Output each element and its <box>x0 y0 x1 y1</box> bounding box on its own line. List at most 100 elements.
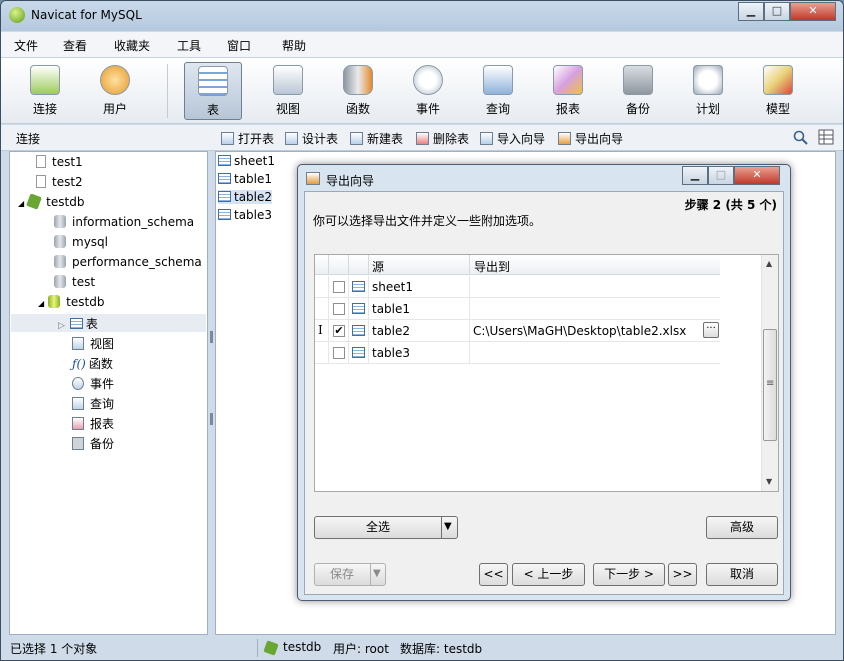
tree-db-performance-schema[interactable]: performance_schema <box>54 255 202 269</box>
previous-step-button[interactable]: < 上一步 <box>512 563 585 586</box>
toolbar-view-button[interactable]: 视图 <box>259 62 317 120</box>
menu-file[interactable]: 文件 <box>14 37 38 54</box>
menu-bar: 文件 查看 收藏夹 工具 窗口 帮助 <box>1 32 843 58</box>
tree-object-tables[interactable]: ▷ 表 <box>58 315 98 332</box>
toolbar-user-label: 用户 <box>102 102 127 116</box>
select-all-button[interactable]: 全选 ▼ <box>314 516 458 539</box>
browse-path-button[interactable]: ··· <box>703 322 719 338</box>
scroll-down-arrow-icon[interactable]: ▼ <box>766 477 772 486</box>
dialog-maximize-button[interactable]: □ <box>708 166 734 185</box>
search-icon[interactable] <box>793 130 809 146</box>
delete-table-button[interactable]: 删除表 <box>416 130 469 147</box>
grid-vertical-scrollbar[interactable]: ▲ ≡ ▼ <box>761 255 778 491</box>
tree-db-testdb[interactable]: ◢ testdb <box>38 295 104 309</box>
database-open-icon <box>48 295 61 308</box>
menu-favorites[interactable]: 收藏夹 <box>114 37 150 54</box>
menu-view[interactable]: 查看 <box>63 37 87 54</box>
grid-row-selected[interactable]: I ✔ table2 C:\Users\MaGH\Desktop\table2.… <box>315 320 720 342</box>
row-export-path[interactable] <box>470 342 720 364</box>
tree-connection-test2[interactable]: test2 <box>36 175 83 189</box>
tree-label: 函数 <box>88 357 113 371</box>
grid-row[interactable]: table3 <box>315 342 720 364</box>
scroll-up-arrow-icon[interactable]: ▲ <box>766 259 772 268</box>
tree-db-test[interactable]: test <box>54 275 95 289</box>
tree-object-backups[interactable]: 备份 <box>72 435 114 452</box>
maximize-button[interactable]: □ <box>764 2 790 21</box>
tree-object-views[interactable]: 视图 <box>72 335 114 352</box>
collapse-toggle-icon[interactable]: ▷ <box>58 321 65 331</box>
row-export-path[interactable]: C:\Users\MaGH\Desktop\table2.xlsx <box>470 320 720 342</box>
row-checkbox-checked[interactable]: ✔ <box>333 325 345 337</box>
menu-tools[interactable]: 工具 <box>177 37 201 54</box>
tree-object-events[interactable]: 事件 <box>72 375 114 392</box>
function-icon <box>343 65 373 95</box>
connect-icon <box>30 65 60 95</box>
last-step-button[interactable]: >> <box>668 563 697 586</box>
expand-toggle-icon[interactable]: ◢ <box>38 299 44 308</box>
app-window: Navicat for MySQL ▁ □ ✕ 文件 查看 收藏夹 工具 窗口 … <box>0 0 844 661</box>
report-icon <box>72 417 84 430</box>
row-export-path[interactable] <box>470 298 720 320</box>
toolbar-report-label: 报表 <box>555 102 580 116</box>
toolbar-separator <box>167 64 168 118</box>
grid-header-source[interactable]: 源 <box>369 255 470 275</box>
grid-row[interactable]: sheet1 <box>315 276 720 298</box>
table-item-table2[interactable]: table2 <box>218 190 273 204</box>
toolbar-schedule-button[interactable]: 计划 <box>679 62 737 120</box>
table-item-sheet1[interactable]: sheet1 <box>218 154 275 168</box>
grid-header-icon <box>349 255 369 275</box>
scrollbar-thumb[interactable]: ≡ <box>763 329 777 441</box>
dialog-close-button[interactable]: ✕ <box>734 166 780 185</box>
view-icon <box>72 337 84 350</box>
toolbar-table-button[interactable]: 表 <box>184 62 242 120</box>
toolbar-view-label: 视图 <box>275 102 300 116</box>
export-wizard-button[interactable]: 导出向导 <box>558 130 623 147</box>
table-item-table1[interactable]: table1 <box>218 172 272 186</box>
advanced-button[interactable]: 高级 <box>706 516 778 539</box>
grid-header-indicator <box>315 255 329 275</box>
design-table-button[interactable]: 设计表 <box>285 130 338 147</box>
connection-closed-icon <box>36 175 46 188</box>
tree-label: 备份 <box>90 437 115 451</box>
dropdown-arrow-icon[interactable]: ▼ <box>444 517 452 537</box>
grid-row[interactable]: table1 <box>315 298 720 320</box>
tree-db-mysql[interactable]: mysql <box>54 235 108 249</box>
menu-window[interactable]: 窗口 <box>227 37 251 54</box>
pane-splitter[interactable] <box>208 151 215 635</box>
close-button[interactable]: ✕ <box>790 2 836 21</box>
open-table-button[interactable]: 打开表 <box>221 130 274 147</box>
tree-connection-test1[interactable]: test1 <box>36 155 83 169</box>
toolbar-connect-button[interactable]: 连接 <box>16 62 74 120</box>
cancel-button[interactable]: 取消 <box>706 563 778 586</box>
row-checkbox[interactable] <box>333 347 345 359</box>
first-step-button[interactable]: << <box>479 563 508 586</box>
new-table-button[interactable]: 新建表 <box>350 130 403 147</box>
next-step-button[interactable]: 下一步 > <box>593 563 665 586</box>
row-checkbox[interactable] <box>333 303 345 315</box>
tree-db-information-schema[interactable]: information_schema <box>54 215 194 229</box>
import-wizard-button[interactable]: 导入向导 <box>480 130 545 147</box>
table-item-table3[interactable]: table3 <box>218 208 272 222</box>
toolbar-report-button[interactable]: 报表 <box>539 62 597 120</box>
tree-label: 表 <box>85 317 98 331</box>
connection-tree: test1 test2 ◢ testdb information_schema m… <box>9 151 208 635</box>
event-icon <box>72 377 84 390</box>
dialog-minimize-button[interactable]: ▁ <box>682 166 708 185</box>
minimize-button[interactable]: ▁ <box>738 2 764 21</box>
grid-header-export-to[interactable]: 导出到 <box>470 255 720 275</box>
toolbar-function-button[interactable]: 函数 <box>329 62 387 120</box>
toolbar-model-button[interactable]: 模型 <box>749 62 807 120</box>
toolbar-user-button[interactable]: 用户 <box>86 62 144 120</box>
tree-object-queries[interactable]: 查询 <box>72 395 114 412</box>
row-export-path[interactable] <box>470 276 720 298</box>
expand-toggle-icon[interactable]: ◢ <box>18 199 24 208</box>
tree-connection-testdb[interactable]: ◢ testdb <box>18 193 84 210</box>
row-checkbox[interactable] <box>333 281 345 293</box>
toolbar-query-button[interactable]: 查询 <box>469 62 527 120</box>
menu-help[interactable]: 帮助 <box>282 37 306 54</box>
toolbar-backup-button[interactable]: 备份 <box>609 62 667 120</box>
tree-object-functions[interactable]: ƒ() 函数 <box>72 355 113 372</box>
grid-view-icon[interactable] <box>818 129 834 145</box>
toolbar-event-button[interactable]: 事件 <box>399 62 457 120</box>
tree-object-reports[interactable]: 报表 <box>72 415 114 432</box>
